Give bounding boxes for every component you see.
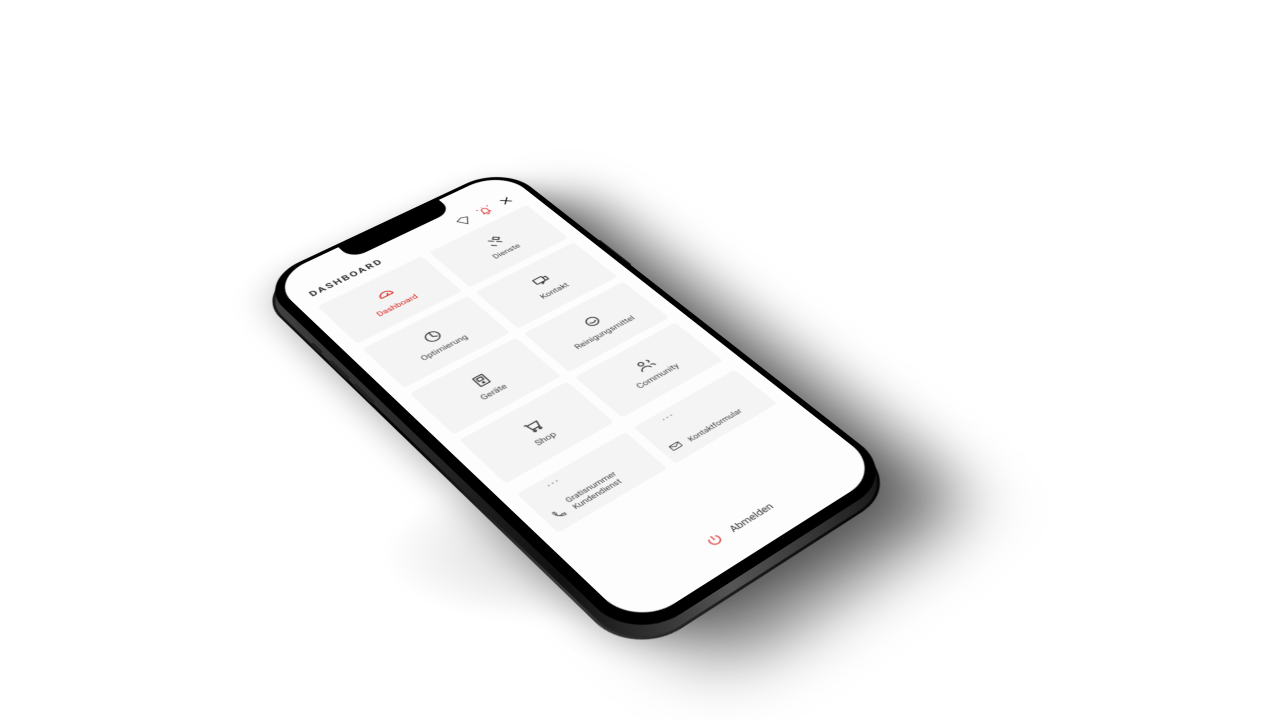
card-text: Kontaktformular: [686, 408, 744, 444]
dots-icon: • • •: [545, 478, 561, 489]
card-text: Gratisnummer Kundendienst: [564, 471, 626, 512]
alert-bell-icon[interactable]: [474, 204, 497, 218]
power-icon: [701, 530, 729, 551]
close-icon[interactable]: [495, 194, 518, 208]
mail-icon: [665, 439, 686, 453]
phone-icon: [549, 506, 570, 522]
location-icon[interactable]: [453, 214, 476, 228]
dots-icon: • • •: [660, 412, 676, 423]
logout-label: Abmelden: [726, 501, 776, 534]
